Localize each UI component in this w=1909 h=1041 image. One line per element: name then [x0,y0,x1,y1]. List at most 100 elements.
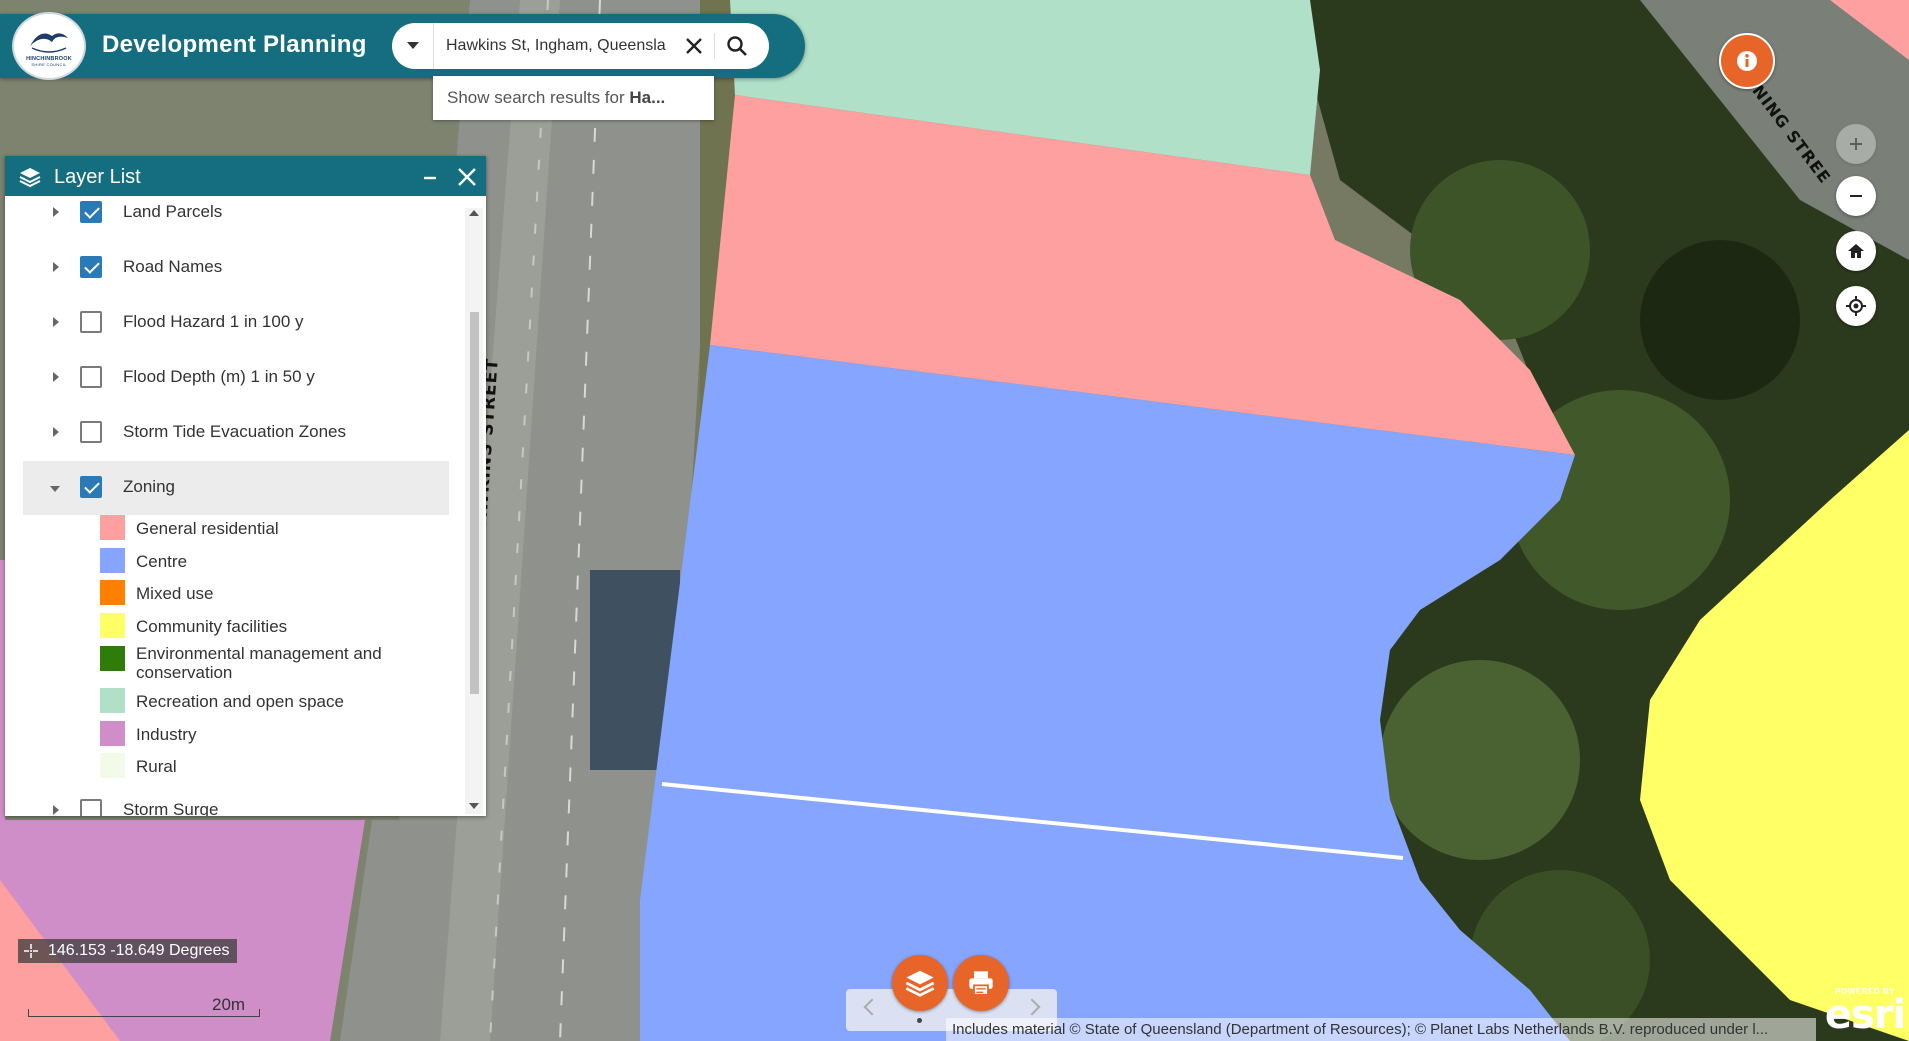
legend-label: Rural [136,757,177,776]
esri-logo[interactable]: POWERED BY esri [1822,987,1908,1041]
legend-item: Recreation and open space [100,688,430,716]
legend-label: Recreation and open space [136,692,344,711]
expand-arrow-icon[interactable] [53,207,59,217]
home-icon [1848,244,1864,258]
search-button[interactable] [722,31,752,61]
esri-text: esri [1824,992,1906,1038]
scale-label: 20m [212,995,246,1014]
layer-checkbox[interactable] [80,799,102,816]
scrollbar-thumb[interactable] [470,312,479,694]
legend-label: General residential [136,519,279,538]
layer-checkbox[interactable] [80,476,102,498]
layer-label: Land Parcels [123,202,223,221]
legend-label: Mixed use [136,584,214,603]
legend-swatch [100,646,125,671]
layer-checkbox[interactable] [80,421,102,443]
legend-swatch [100,580,125,605]
collapse-arrow-icon[interactable] [50,486,60,492]
layer-list-body: Land Parcels Road Names Flood Hazard 1 i… [5,196,486,816]
suggestion-term: Ha... [629,88,666,107]
layer-list-panel: Layer List Land Parcels Road Names Flood… [5,156,486,816]
coordinate-display[interactable]: 146.153 -18.649 Degrees [18,939,238,963]
legend-swatch [100,548,125,573]
layer-label: Zoning [123,477,175,496]
legend-item: Environmental management and conservatio… [100,644,430,689]
layer-item-flood-depth[interactable]: Flood Depth (m) 1 in 50 y [23,351,449,405]
legend-swatch [100,753,125,778]
search-clear-button[interactable] [682,34,706,58]
search-input[interactable] [446,23,676,69]
print-widget-button[interactable] [953,955,1009,1011]
expand-arrow-icon[interactable] [53,372,59,382]
expand-arrow-icon[interactable] [53,262,59,272]
coordinate-text: 146.153 -18.649 Degrees [48,942,230,959]
layer-checkbox[interactable] [80,366,102,388]
print-icon [969,971,993,996]
legend-item: Rural [100,753,430,781]
legend-item: Community facilities [100,613,430,641]
layer-label: Flood Depth (m) 1 in 50 y [123,367,315,386]
search-scope-button[interactable] [392,23,434,69]
search-box [392,23,769,69]
minus-icon [1850,195,1862,197]
layers-icon [905,970,935,997]
legend-label: Environmental management and conservatio… [136,644,382,682]
layer-checkbox[interactable] [80,201,102,223]
expand-arrow-icon[interactable] [53,427,59,437]
layer-label: Road Names [123,257,223,276]
search-icon [727,36,747,56]
layer-list-title: Layer List [54,166,141,188]
layer-checkbox[interactable] [80,256,102,278]
info-icon [1737,51,1757,71]
zoom-in-button[interactable] [1836,124,1876,164]
layer-label: Storm Tide Evacuation Zones [123,422,347,441]
scroll-up-icon[interactable] [469,210,479,216]
legend-item: Centre [100,548,430,576]
layer-checkbox[interactable] [80,311,102,333]
council-logo[interactable]: HINCHINBROOK SHIRE COUNCIL [12,12,86,80]
scroll-down-icon[interactable] [469,803,479,809]
layer-item-storm-surge[interactable]: Storm Surge [23,784,449,816]
search-suggestion[interactable]: Show search results for Ha... [433,76,714,120]
legend-item: Industry [100,721,430,749]
layer-item-zoning[interactable]: Zoning [23,461,449,515]
legend-swatch [100,515,125,540]
legend-item: Mixed use [100,580,430,608]
layer-label: Storm Surge [123,800,219,816]
layer-item-flood-hazard[interactable]: Flood Hazard 1 in 100 y [23,296,449,350]
search-divider [714,33,715,59]
logo-emblem-icon [30,32,68,53]
map-attribution[interactable]: Includes material © State of Queensland … [946,1018,1816,1041]
crosshair-icon [24,944,38,958]
legend-swatch [100,613,125,638]
layer-item-land-parcels[interactable]: Land Parcels [23,196,449,240]
legend-label: Community facilities [136,617,288,636]
expand-arrow-icon[interactable] [53,805,59,815]
legend-label: Industry [136,725,197,744]
legend-item: General residential [100,515,430,543]
home-button[interactable] [1836,231,1876,271]
caret-down-icon [406,42,419,49]
logo-line2: SHIRE COUNCIL [31,61,67,67]
legend-swatch [100,721,125,746]
dock-next-icon[interactable] [1023,998,1041,1016]
locate-button[interactable] [1836,286,1876,326]
legend-label: Centre [136,552,188,571]
locate-icon [1846,296,1866,316]
close-icon [686,38,702,54]
expand-arrow-icon[interactable] [53,317,59,327]
minimize-icon[interactable] [420,164,440,188]
layer-list-header: Layer List [5,156,486,196]
close-panel-icon[interactable] [456,164,478,188]
suggestion-prefix: Show search results for [447,88,630,107]
dock-prev-icon[interactable] [863,998,881,1016]
layer-item-road-names[interactable]: Road Names [23,241,449,295]
app-header: HINCHINBROOK SHIRE COUNCIL Development P… [0,12,805,80]
layers-icon [19,168,41,188]
zoom-out-button[interactable] [1836,176,1876,216]
layer-item-storm-tide[interactable]: Storm Tide Evacuation Zones [23,406,449,460]
info-button[interactable] [1719,33,1775,89]
layer-list-widget-button[interactable] [892,955,948,1011]
legend-swatch [100,688,125,713]
plus-icon [1850,138,1862,150]
